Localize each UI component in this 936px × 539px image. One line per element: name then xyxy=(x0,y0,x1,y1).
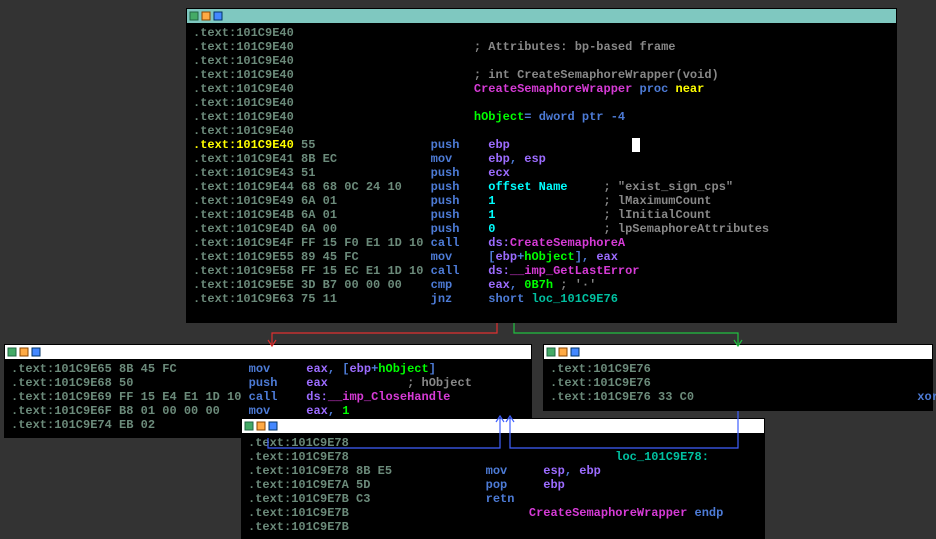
code-main[interactable]: .text:101C9E40 .text:101C9E40 ; Attribut… xyxy=(187,23,896,310)
node-header[interactable] xyxy=(5,345,531,359)
header-icon-1 xyxy=(7,347,17,357)
graph-node-right[interactable]: .text:101C9E76 .text:101C9E76 loc_101C9E… xyxy=(543,344,933,411)
header-icon-2 xyxy=(256,421,266,431)
node-header[interactable] xyxy=(242,419,764,433)
graph-node-main[interactable]: .text:101C9E40 .text:101C9E40 ; Attribut… xyxy=(186,8,897,323)
header-icon-1 xyxy=(189,11,199,21)
code-right[interactable]: .text:101C9E76 .text:101C9E76 loc_101C9E… xyxy=(544,359,932,408)
header-icon-3 xyxy=(570,347,580,357)
header-icon-3 xyxy=(268,421,278,431)
header-icon-2 xyxy=(558,347,568,357)
header-icon-3 xyxy=(31,347,41,357)
header-icon-1 xyxy=(244,421,254,431)
header-icon-2 xyxy=(19,347,29,357)
node-header[interactable] xyxy=(544,345,932,359)
header-icon-3 xyxy=(213,11,223,21)
code-bottom[interactable]: .text:101C9E78 .text:101C9E78 loc_101C9E… xyxy=(242,433,764,538)
node-header[interactable] xyxy=(187,9,896,23)
header-icon-2 xyxy=(201,11,211,21)
header-icon-1 xyxy=(546,347,556,357)
graph-node-bottom[interactable]: .text:101C9E78 .text:101C9E78 loc_101C9E… xyxy=(241,418,765,539)
